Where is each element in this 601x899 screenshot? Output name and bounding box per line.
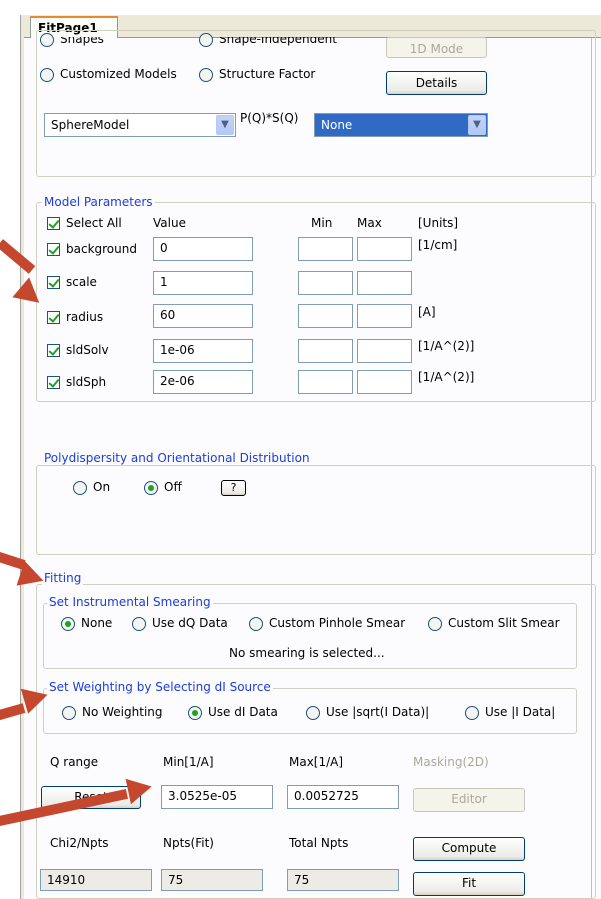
radio-shape-independent[interactable]	[199, 33, 213, 47]
model-dropdown-value: SphereModel	[51, 118, 130, 132]
select-all-checkbox[interactable]	[47, 217, 60, 230]
param-value-field[interactable]: 1e-06	[153, 339, 253, 363]
q-max-field[interactable]: 0.0052725	[287, 785, 399, 809]
no-weighting-label: No Weighting	[82, 705, 163, 719]
radio-structure-factor[interactable]	[199, 68, 213, 82]
radio-smear-dq[interactable]	[132, 617, 146, 631]
value-column-header: Value	[153, 216, 186, 230]
param-min-field[interactable]	[298, 271, 353, 295]
param-value-field[interactable]: 2e-06	[153, 370, 253, 394]
npts-fit-label: Npts(Fit)	[163, 836, 214, 850]
param-name: scale	[66, 275, 97, 289]
chevron-down-icon[interactable]: ▼	[468, 115, 486, 135]
npts-fit-value-field: 75	[161, 869, 263, 891]
editor-button[interactable]: Editor	[413, 788, 525, 812]
poly-off-label: Off	[164, 480, 182, 494]
total-npts-label: Total Npts	[289, 836, 349, 850]
radio-poly-off[interactable]	[144, 481, 158, 495]
param-max-field[interactable]	[357, 370, 412, 394]
model-selection-group	[36, 30, 596, 177]
pq-sq-label: P(Q)*S(Q)	[240, 111, 299, 125]
chi2-npts-label: Chi2/Npts	[50, 836, 109, 850]
radio-customized-models[interactable]	[40, 68, 54, 82]
param-value-field[interactable]: 1	[153, 271, 253, 295]
radio-poly-on[interactable]	[73, 481, 87, 495]
radio-no-weighting[interactable]	[62, 706, 76, 720]
param-name: radius	[66, 310, 104, 324]
units-column-header: [Units]	[418, 216, 459, 230]
fitting-legend: Fitting	[42, 571, 84, 585]
poly-on-label: On	[93, 480, 111, 494]
smearing-status: No smearing is selected...	[229, 646, 385, 660]
q-range-label: Q range	[50, 755, 99, 769]
q-min-field[interactable]: 3.0525e-05	[161, 785, 273, 809]
chi2-value-field: 14910	[40, 869, 152, 891]
radio-use-sqrt-i[interactable]	[306, 706, 320, 720]
param-sldsolv-checkbox[interactable]	[47, 344, 60, 357]
radio-smear-slit[interactable]	[428, 617, 442, 631]
select-all-label: Select All	[66, 216, 122, 230]
param-max-field[interactable]	[357, 304, 412, 328]
param-sldsph-checkbox[interactable]	[47, 376, 60, 389]
smear-pinhole-label: Custom Pinhole Smear	[269, 616, 406, 630]
radio-smear-none[interactable]	[61, 617, 75, 631]
structure-dropdown-value: None	[321, 118, 353, 132]
param-radius-checkbox[interactable]	[47, 311, 60, 324]
weighting-legend: Set Weighting by Selecting dI Source	[47, 680, 273, 694]
param-background-checkbox[interactable]	[47, 243, 60, 256]
help-button[interactable]: ?	[221, 480, 246, 496]
smear-slit-label: Custom Slit Smear	[448, 616, 560, 630]
param-name: sldSph	[66, 375, 107, 389]
param-name: sldSolv	[66, 343, 109, 357]
param-name: background	[66, 242, 137, 256]
param-scale-checkbox[interactable]	[47, 276, 60, 289]
fit-button[interactable]: Fit	[413, 872, 525, 896]
q-min-label: Min[1/A]	[163, 755, 214, 769]
param-max-field[interactable]	[357, 339, 412, 363]
chevron-down-icon[interactable]: ▼	[216, 115, 234, 135]
param-min-field[interactable]	[298, 304, 353, 328]
radio-use-i[interactable]	[465, 706, 479, 720]
use-di-label: Use dI Data	[208, 705, 278, 719]
smear-dq-label: Use dQ Data	[152, 616, 228, 630]
param-unit: [1/cm]	[418, 238, 458, 252]
polydispersity-legend: Polydispersity and Orientational Distrib…	[42, 451, 312, 465]
param-value-field[interactable]: 0	[153, 237, 253, 261]
smear-none-label: None	[81, 616, 113, 630]
left-margin	[0, 0, 20, 899]
max-column-header: Max	[357, 216, 382, 230]
model-dropdown[interactable]: SphereModel ▼	[44, 113, 236, 137]
total-npts-value-field: 75	[287, 869, 399, 891]
param-min-field[interactable]	[298, 339, 353, 363]
min-column-header: Min	[311, 216, 333, 230]
param-min-field[interactable]	[298, 237, 353, 261]
smearing-legend: Set Instrumental Smearing	[47, 595, 213, 609]
polydispersity-group	[36, 465, 596, 555]
structure-dropdown[interactable]: None ▼	[314, 113, 488, 137]
param-max-field[interactable]	[357, 271, 412, 295]
masking-label: Masking(2D)	[413, 755, 489, 769]
radio-shapes[interactable]	[40, 33, 54, 47]
param-unit: [1/A^(2)]	[418, 370, 475, 384]
customized-models-label: Customized Models	[60, 67, 177, 81]
structure-factor-label: Structure Factor	[219, 67, 316, 81]
param-min-field[interactable]	[298, 370, 353, 394]
compute-button[interactable]: Compute	[413, 837, 525, 861]
param-unit: [A]	[418, 305, 436, 319]
radio-use-di[interactable]	[188, 706, 202, 720]
model-parameters-legend: Model Parameters	[42, 195, 155, 209]
param-max-field[interactable]	[357, 237, 412, 261]
use-i-label: Use |I Data|	[485, 705, 556, 719]
details-button[interactable]: Details	[386, 71, 487, 95]
use-sqrt-i-label: Use |sqrt(I Data)|	[326, 705, 430, 719]
param-unit: [1/A^(2)]	[418, 339, 475, 353]
mode-1d-button[interactable]: 1D Mode	[386, 37, 487, 58]
param-value-field[interactable]: 60	[153, 304, 253, 328]
q-max-label: Max[1/A]	[289, 755, 344, 769]
radio-smear-pinhole[interactable]	[249, 617, 263, 631]
